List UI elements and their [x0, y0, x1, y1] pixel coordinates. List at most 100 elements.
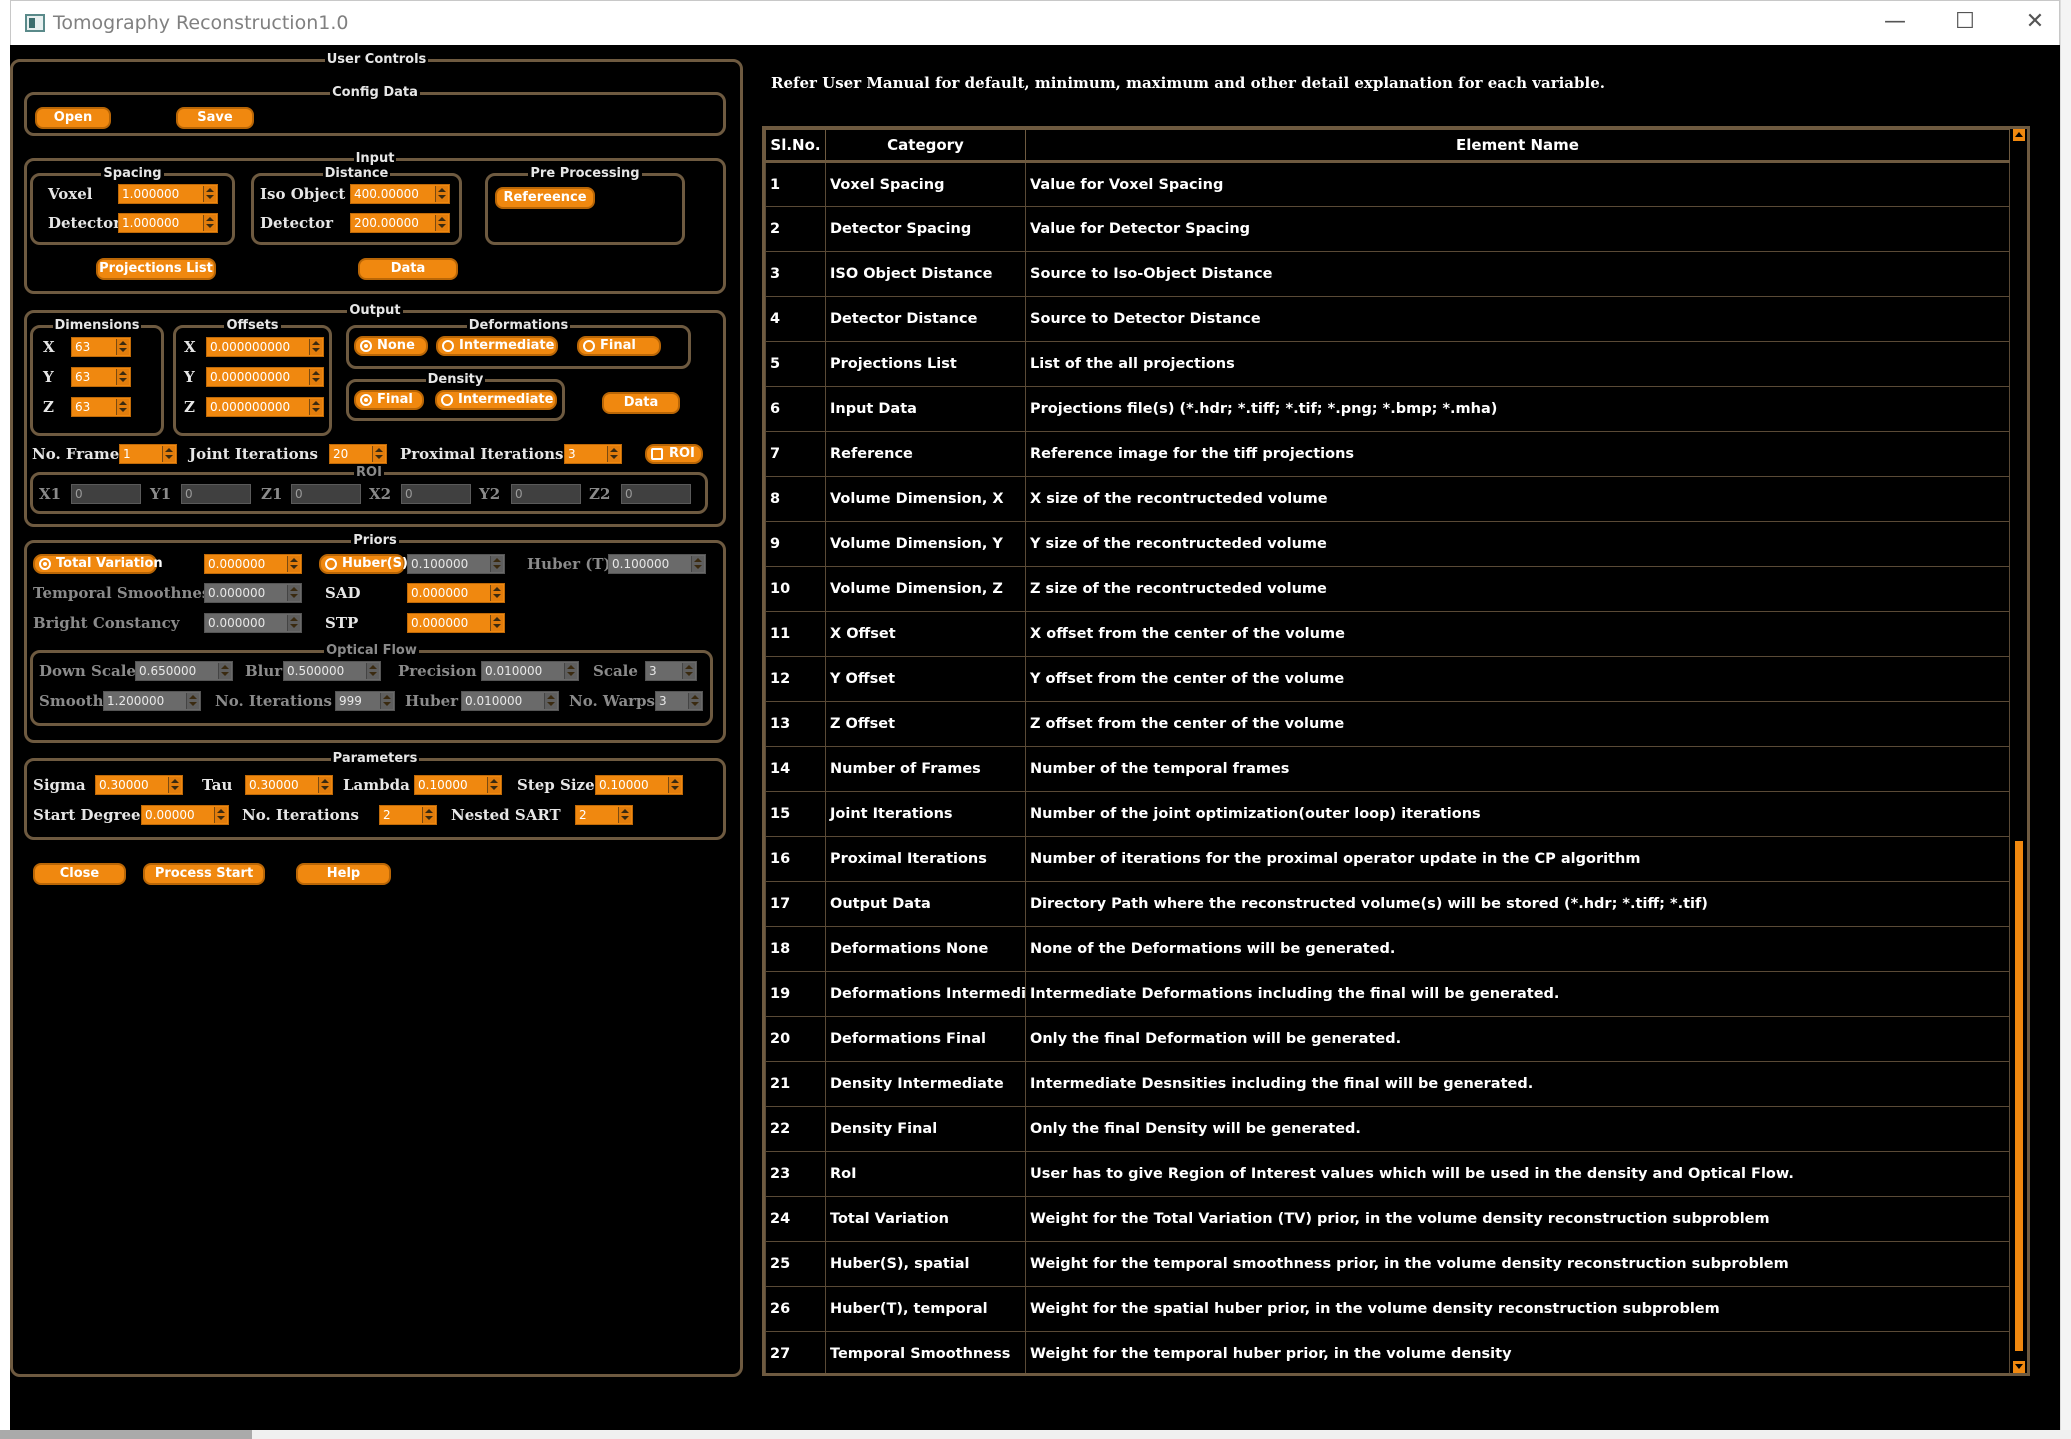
- reference-button[interactable]: Refereence: [495, 187, 595, 209]
- smooth-input[interactable]: 1.200000: [103, 691, 201, 711]
- table-row[interactable]: 10 Volume Dimension, ZZ size of the recon…: [765, 566, 2010, 612]
- header-element-name[interactable]: Element Name: [1025, 129, 2010, 163]
- spin-arrows-icon[interactable]: [116, 399, 129, 415]
- spin-arrows-icon[interactable]: [309, 399, 322, 415]
- spin-arrows-icon[interactable]: [116, 369, 129, 385]
- deformations-intermediate-radio[interactable]: Intermediate: [436, 336, 558, 356]
- blur-input[interactable]: 0.500000: [283, 661, 381, 681]
- sad-input[interactable]: 0.000000: [407, 583, 505, 603]
- bright-constancy-input[interactable]: 0.000000: [204, 613, 302, 633]
- spin-arrows-icon[interactable]: [691, 556, 704, 572]
- scale-input[interactable]: 3: [645, 661, 697, 681]
- spin-arrows-icon[interactable]: [203, 186, 216, 202]
- open-button[interactable]: Open: [35, 107, 111, 129]
- start-degree-input[interactable]: 0.00000: [141, 805, 229, 825]
- roi-checkbox[interactable]: ROI: [645, 444, 703, 464]
- table-row[interactable]: 6 Input Data Projections file(s) (*.hdr; *…: [765, 386, 2010, 432]
- roi-z1-input[interactable]: 0: [291, 484, 361, 504]
- table-row[interactable]: 11 X Offset X offset from the center of th…: [765, 611, 2010, 657]
- step-size-input[interactable]: 0.10000: [595, 775, 683, 795]
- table-row[interactable]: 20 Deformations Final Only the final Defor…: [765, 1016, 2010, 1062]
- spin-arrows-icon[interactable]: [309, 369, 322, 385]
- huber-t-input[interactable]: 0.100000: [608, 554, 706, 574]
- help-button[interactable]: Help: [296, 863, 391, 885]
- table-row[interactable]: 1 Voxel Spacing Value for Voxel Spacing: [765, 161, 2010, 207]
- huber-input[interactable]: 0.010000: [461, 691, 559, 711]
- header-sl-no[interactable]: Sl.No.: [765, 129, 826, 163]
- table-row[interactable]: 16 Proximal Iterations Number of iteration…: [765, 836, 2010, 882]
- scrollbar-thumb[interactable]: [2015, 841, 2023, 1351]
- total-variation-input[interactable]: 0.000000: [204, 554, 302, 574]
- offset-x-input[interactable]: 0.000000000: [206, 337, 324, 357]
- close-button[interactable]: Close: [33, 863, 126, 885]
- spin-arrows-icon[interactable]: [682, 663, 695, 679]
- spin-arrows-icon[interactable]: [564, 663, 577, 679]
- table-row[interactable]: 9 Volume Dimension, YY size of the recont…: [765, 521, 2010, 567]
- density-final-radio[interactable]: Final: [354, 390, 424, 410]
- table-row[interactable]: 23 RoI User has to give Region of Interest…: [765, 1151, 2010, 1197]
- spin-arrows-icon[interactable]: [688, 693, 701, 709]
- spin-arrows-icon[interactable]: [366, 663, 379, 679]
- roi-z2-input[interactable]: 0: [621, 484, 691, 504]
- save-button[interactable]: Save: [176, 107, 254, 129]
- projections-list-button[interactable]: Projections List: [96, 258, 216, 280]
- total-variation-radio[interactable]: Total Variation: [33, 554, 163, 574]
- temporal-smoothness-input[interactable]: 0.000000: [204, 583, 302, 603]
- roi-x2-input[interactable]: 0: [401, 484, 471, 504]
- spin-arrows-icon[interactable]: [287, 585, 300, 601]
- table-row[interactable]: 24 Total Variation Weight for the Total Va…: [765, 1196, 2010, 1242]
- table-row[interactable]: 18 Deformations None None of the Deformati…: [765, 926, 2010, 972]
- spin-arrows-icon[interactable]: [186, 693, 199, 709]
- deformations-none-radio[interactable]: None: [354, 336, 428, 356]
- header-category[interactable]: Category: [825, 129, 1026, 163]
- detector-distance-input[interactable]: 200.00000: [350, 213, 450, 233]
- spin-arrows-icon[interactable]: [490, 556, 503, 572]
- sigma-input[interactable]: 0.30000: [95, 775, 183, 795]
- spin-arrows-icon[interactable]: [490, 615, 503, 631]
- parameters-iterations-input[interactable]: 2: [379, 805, 437, 825]
- table-row[interactable]: 27 Temporal Smoothness Weight for the temp…: [765, 1331, 2010, 1373]
- table-row[interactable]: 15 Joint Iterations Number of the joint op…: [765, 791, 2010, 837]
- warps-input[interactable]: 3: [655, 691, 703, 711]
- stp-input[interactable]: 0.000000: [407, 613, 505, 633]
- table-row[interactable]: 21 Density Intermediate Intermediate Desns…: [765, 1061, 2010, 1107]
- table-row[interactable]: 12 Y Offset Y offset from the center of th…: [765, 656, 2010, 702]
- tau-input[interactable]: 0.30000: [245, 775, 333, 795]
- spin-arrows-icon[interactable]: [287, 556, 300, 572]
- precision-input[interactable]: 0.010000: [481, 661, 579, 681]
- spin-arrows-icon[interactable]: [162, 446, 175, 462]
- table-row[interactable]: 19Deformations IntermediateIntermediate …: [765, 971, 2010, 1017]
- spin-arrows-icon[interactable]: [309, 339, 322, 355]
- frames-input[interactable]: 1: [119, 444, 177, 464]
- table-row[interactable]: 7 Reference Reference image for the tiff p…: [765, 431, 2010, 477]
- deformations-final-radio[interactable]: Final: [577, 336, 661, 356]
- scroll-down-icon[interactable]: [2013, 1361, 2025, 1373]
- proximal-iterations-input[interactable]: 3: [564, 444, 622, 464]
- table-row[interactable]: 2 Detector Spacing Value for Detector Spac…: [765, 206, 2010, 252]
- offset-y-input[interactable]: 0.000000000: [206, 367, 324, 387]
- spin-arrows-icon[interactable]: [287, 615, 300, 631]
- roi-y1-input[interactable]: 0: [181, 484, 251, 504]
- close-window-icon[interactable]: ✕: [2015, 9, 2055, 37]
- density-intermediate-radio[interactable]: Intermediate: [435, 390, 557, 410]
- spin-arrows-icon[interactable]: [203, 215, 216, 231]
- detector-spacing-input[interactable]: 1.000000: [118, 213, 218, 233]
- process-start-button[interactable]: Process Start: [143, 863, 265, 885]
- spin-arrows-icon[interactable]: [544, 693, 557, 709]
- table-row[interactable]: 13 Z Offset Z offset from the center of th…: [765, 701, 2010, 747]
- spin-arrows-icon[interactable]: [435, 215, 448, 231]
- table-row[interactable]: 14 Number of Frames Number of the temporal…: [765, 746, 2010, 792]
- table-row[interactable]: 17 Output Data Directory Path where the re…: [765, 881, 2010, 927]
- table-row[interactable]: 4 Detector Distance Source to Detector Dis…: [765, 296, 2010, 342]
- table-row[interactable]: 8 Volume Dimension, XX size of the recont…: [765, 476, 2010, 522]
- huber-s-input[interactable]: 0.100000: [407, 554, 505, 574]
- roi-x1-input[interactable]: 0: [71, 484, 141, 504]
- dim-x-input[interactable]: 63: [71, 337, 131, 357]
- lambda-input[interactable]: 0.10000: [414, 775, 502, 795]
- table-row[interactable]: 3 ISO Object Distance Source to Iso-Object…: [765, 251, 2010, 297]
- scroll-up-icon[interactable]: [2013, 129, 2025, 141]
- table-scrollbar[interactable]: [2012, 129, 2026, 1373]
- of-iterations-input[interactable]: 999: [335, 691, 395, 711]
- spin-arrows-icon[interactable]: [435, 186, 448, 202]
- table-row[interactable]: 26 Huber(T), temporal Weight for the spati…: [765, 1286, 2010, 1332]
